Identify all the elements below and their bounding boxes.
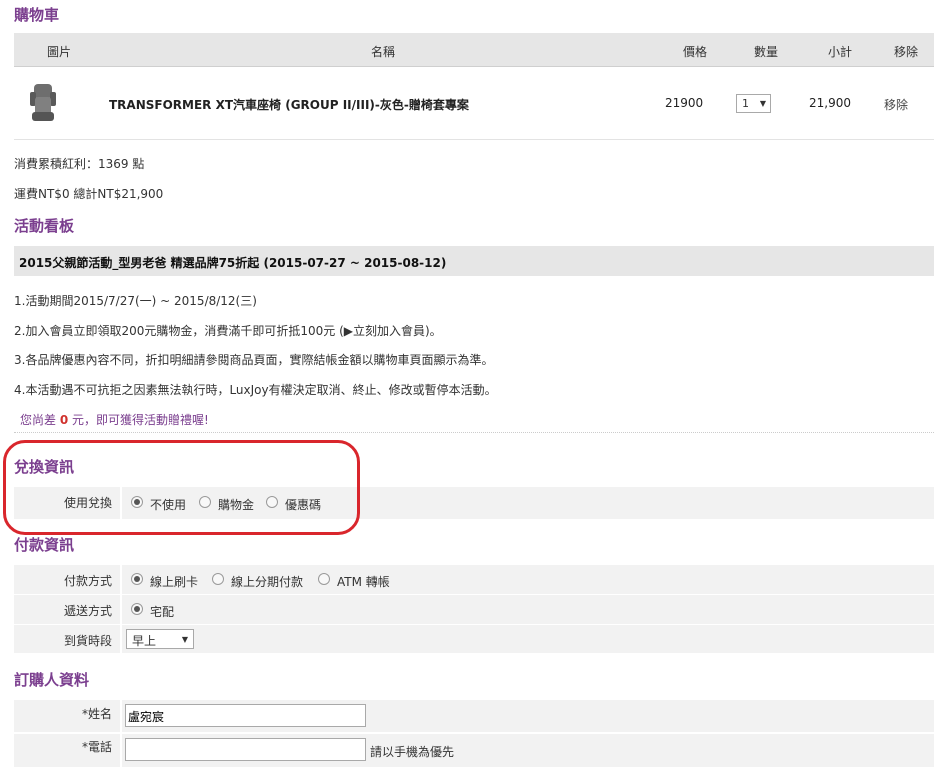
- promo-title: 活動看板: [14, 217, 75, 235]
- promo-line-1: 1.活動期間2015/7/27(一) ~ 2015/8/12(三): [14, 294, 257, 308]
- chevron-down-icon: ▼: [759, 99, 766, 108]
- item-subtotal: 21,900: [809, 96, 851, 110]
- quantity-value: 1: [742, 97, 749, 110]
- phone-hint: 請以手機為優先: [370, 745, 455, 759]
- row-separator: [120, 625, 122, 653]
- header-qty: 數量: [754, 45, 779, 59]
- header-image: 圖片: [47, 45, 72, 59]
- redeem-highlight-outline: [3, 440, 360, 535]
- chevron-down-icon: ▼: [181, 635, 188, 644]
- row-separator: [120, 565, 122, 594]
- promo-banner-text: 2015父親節活動_型男老爸 精選品牌75折起 (2015-07-27 ~ 20…: [19, 256, 447, 270]
- delivery-time-value: 早上: [132, 634, 157, 648]
- pay-installment-radio[interactable]: [212, 573, 224, 585]
- quantity-select[interactable]: 1 ▼: [736, 94, 771, 113]
- pay-card-radio[interactable]: [131, 573, 143, 585]
- row-separator: [120, 700, 122, 732]
- pay-card-label[interactable]: 線上刷卡: [150, 573, 198, 590]
- promo-line-3: 3.各品牌優惠內容不同，折扣明細請參閱商品頁面，實際結帳金額以購物車頁面顯示為準…: [14, 353, 494, 367]
- buyer-phone-label: *電話: [81, 740, 112, 754]
- gift-threshold-note: 您尚差 0 元，即可獲得活動贈禮喔!: [20, 411, 209, 428]
- car-seat-image[interactable]: [28, 82, 58, 124]
- pay-atm-radio[interactable]: [318, 573, 330, 585]
- pay-atm-label[interactable]: ATM 轉帳: [337, 573, 390, 590]
- row-separator: [120, 734, 122, 767]
- buyer-name-label: *姓名: [81, 707, 112, 721]
- header-price: 價格: [683, 45, 708, 59]
- delivery-home-radio[interactable]: [131, 603, 143, 615]
- header-subtotal: 小計: [828, 45, 853, 59]
- item-price: 21900: [665, 96, 704, 110]
- buyer-title: 訂購人資料: [14, 671, 90, 689]
- section-divider: [14, 432, 934, 433]
- buyer-phone-row: *電話 請以手機為優先: [14, 734, 934, 767]
- buyer-phone-input[interactable]: [125, 738, 366, 761]
- order-totals: 運費NT$0 總計NT$21,900: [14, 187, 164, 201]
- header-remove: 移除: [894, 45, 919, 59]
- payment-method-row: 付款方式 線上刷卡 線上分期付款 ATM 轉帳: [14, 565, 934, 594]
- cart-item-row: TRANSFORMER XT汽車座椅 (GROUP II/III)-灰色-贈椅套…: [14, 68, 934, 140]
- item-name[interactable]: TRANSFORMER XT汽車座椅 (GROUP II/III)-灰色-贈椅套…: [109, 96, 469, 113]
- cart-table-header: 圖片 名稱 價格 數量 小計 移除: [14, 33, 934, 67]
- delivery-time-row: 到貨時段 早上 ▼: [14, 625, 934, 653]
- payment-title: 付款資訊: [14, 536, 75, 554]
- delivery-home-label[interactable]: 宅配: [150, 603, 174, 620]
- buyer-name-input[interactable]: 盧宛宸: [125, 704, 366, 727]
- bonus-points: 消費累積紅利：1369 點: [14, 157, 145, 171]
- delivery-time-label: 到貨時段: [63, 634, 112, 648]
- cart-title: 購物車: [14, 6, 60, 24]
- buyer-name-row: *姓名 盧宛宸: [14, 700, 934, 732]
- gift-note-prefix: 您尚差: [20, 413, 57, 427]
- header-name: 名稱: [371, 45, 396, 59]
- promo-banner: 2015父親節活動_型男老爸 精選品牌75折起 (2015-07-27 ~ 20…: [14, 246, 934, 276]
- delivery-method-row: 遞送方式 宅配: [14, 595, 934, 624]
- row-separator: [120, 595, 122, 624]
- delivery-method-label: 遞送方式: [63, 604, 112, 618]
- pay-installment-label[interactable]: 線上分期付款: [231, 573, 303, 590]
- payment-method-label: 付款方式: [63, 574, 112, 588]
- promo-line-4: 4.本活動遇不可抗拒之因素無法執行時，LuxJoy有權決定取消、終止、修改或暫停…: [14, 383, 497, 397]
- delivery-time-select[interactable]: 早上 ▼: [126, 629, 194, 649]
- remove-link[interactable]: 移除: [884, 96, 908, 113]
- gift-note-suffix: 元，即可獲得活動贈禮喔!: [72, 413, 209, 427]
- gift-note-amount: 0: [59, 413, 69, 427]
- promo-line-2[interactable]: 2.加入會員立即領取200元購物金，消費滿千即可折抵100元 (▶立刻加入會員)…: [14, 322, 442, 339]
